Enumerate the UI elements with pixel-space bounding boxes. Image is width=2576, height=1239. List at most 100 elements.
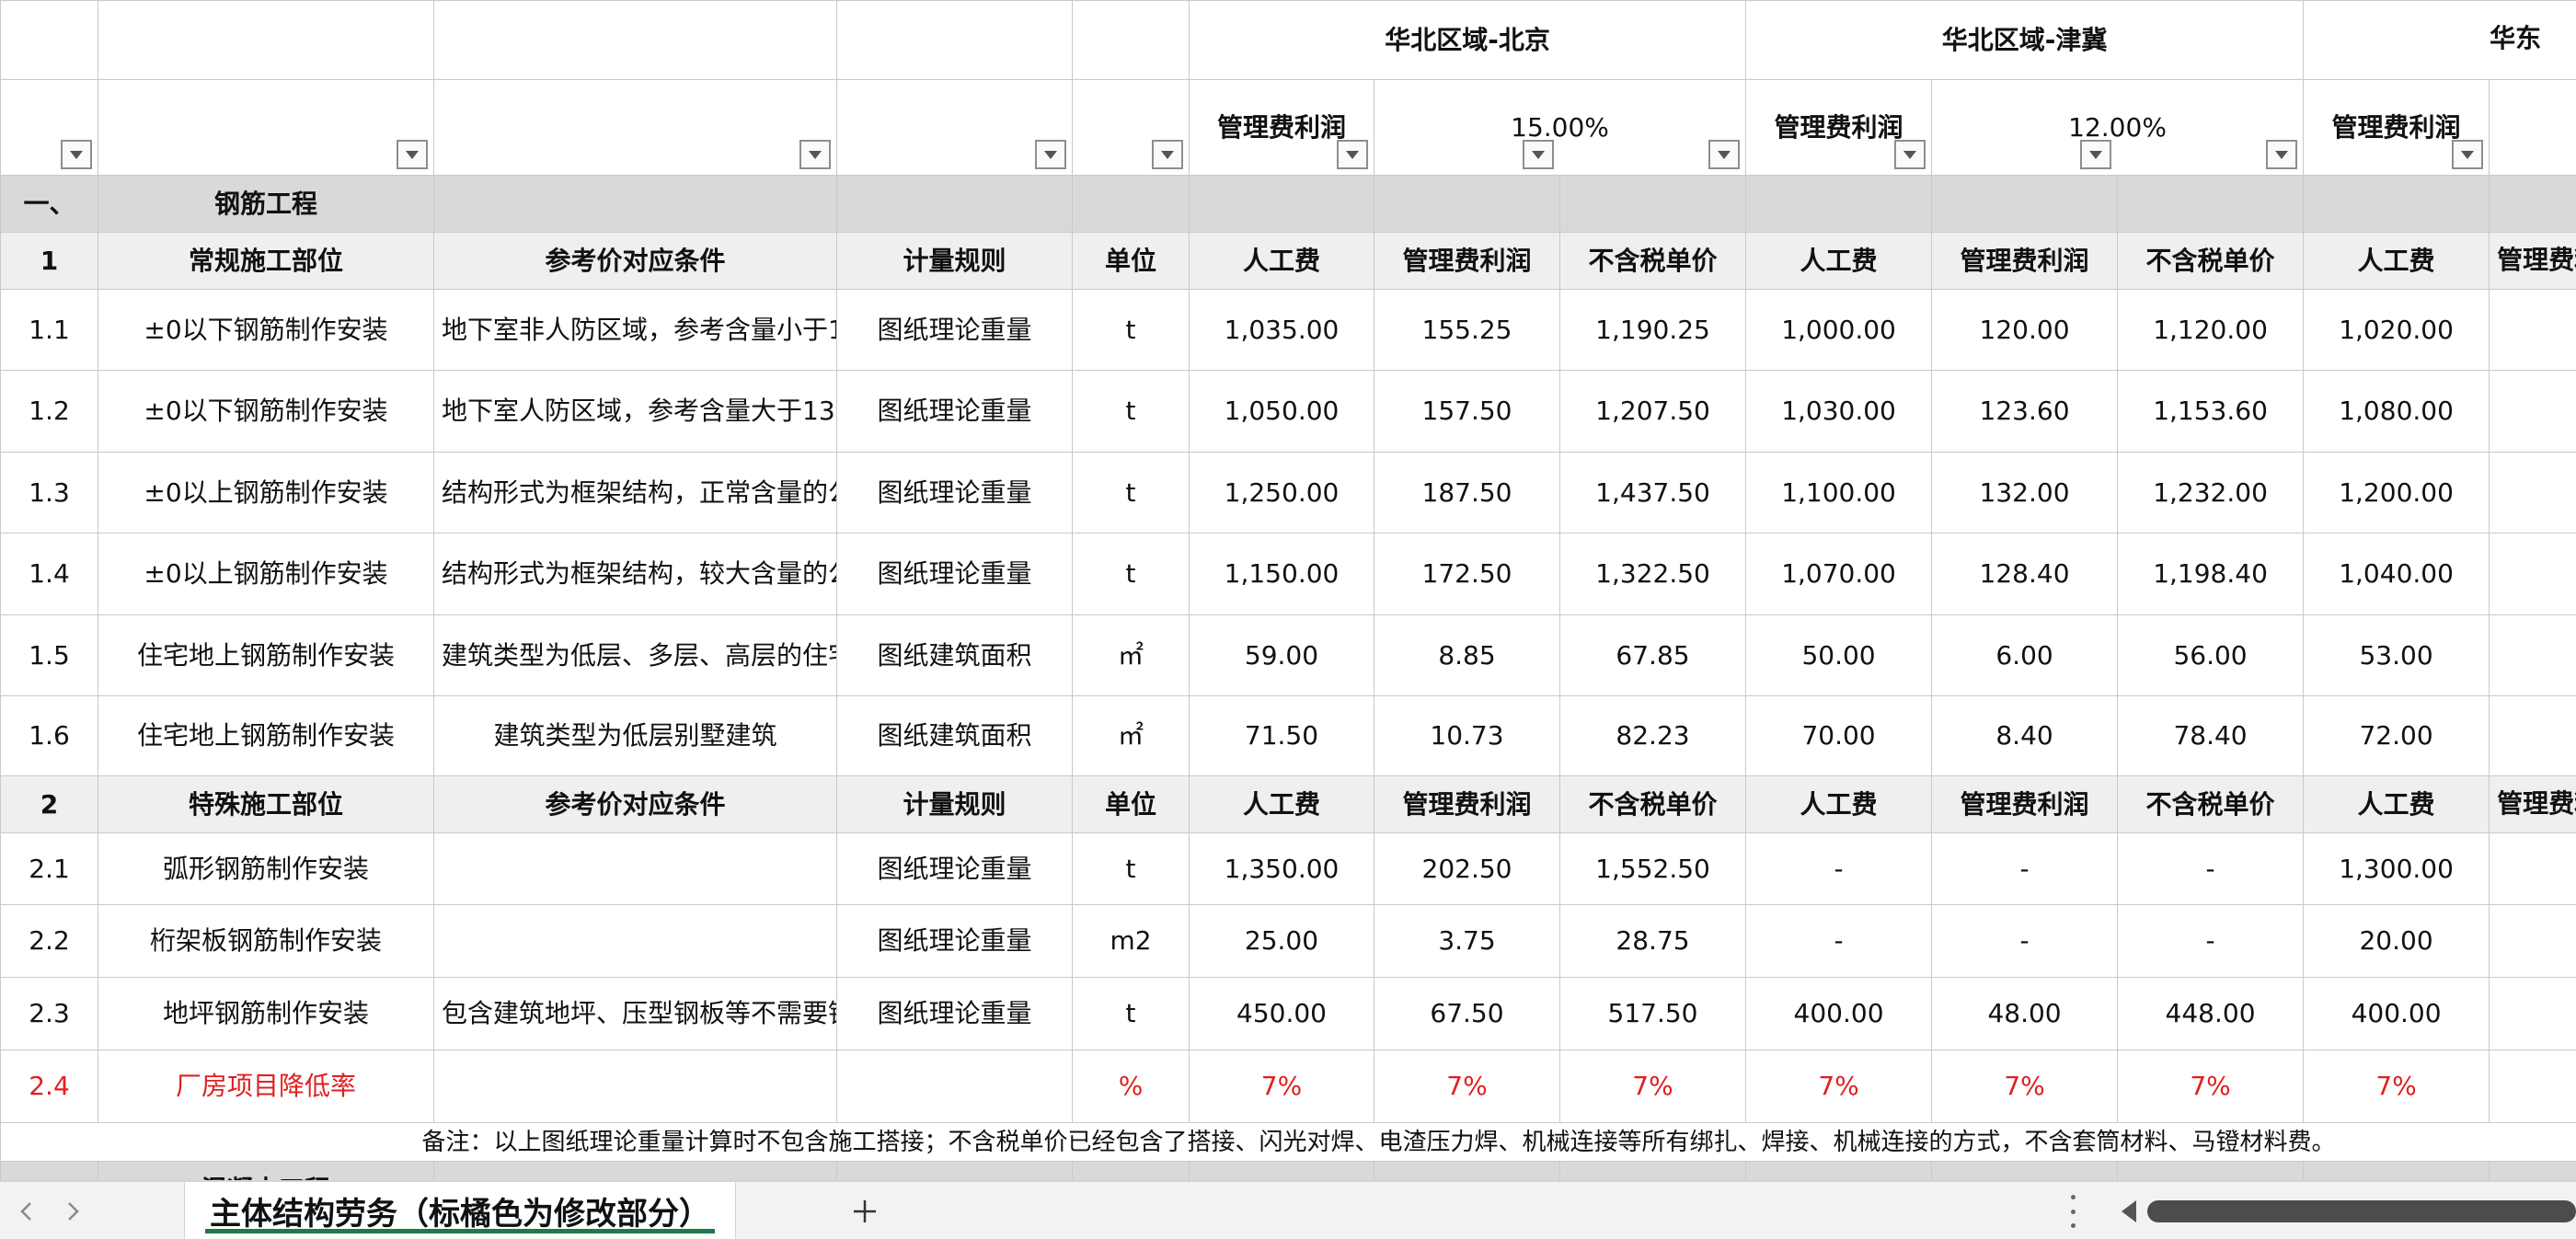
- filter-button[interactable]: [2266, 140, 2298, 169]
- rate-label-cell[interactable]: 管理费利润: [2303, 79, 2490, 176]
- value-cell[interactable]: [2489, 533, 2576, 615]
- item-unit[interactable]: %: [1072, 1050, 1190, 1123]
- item-name[interactable]: ±0以下钢筋制作安装: [98, 370, 434, 453]
- section-blank-cell[interactable]: [1931, 1161, 2119, 1180]
- value-cell[interactable]: 1,437.50: [1558, 452, 1747, 533]
- value-cell[interactable]: 400.00: [2303, 977, 2490, 1050]
- section-blank-cell[interactable]: [1558, 175, 1747, 233]
- value-cell[interactable]: 20.00: [2303, 904, 2490, 978]
- item-unit[interactable]: t: [1072, 832, 1190, 905]
- scroll-left-icon[interactable]: [2116, 1197, 2142, 1226]
- value-cell[interactable]: [2489, 289, 2576, 371]
- section-blank-cell[interactable]: [2117, 175, 2305, 233]
- value-cell[interactable]: 1,020.00: [2303, 289, 2490, 371]
- item-unit[interactable]: t: [1072, 533, 1190, 615]
- value-cell[interactable]: 7%: [2117, 1050, 2305, 1123]
- group-number[interactable]: 1: [0, 232, 98, 290]
- item-name[interactable]: 住宅地上钢筋制作安装: [98, 614, 434, 696]
- value-cell[interactable]: 56.00: [2117, 614, 2305, 696]
- column-header-labor[interactable]: 人工费: [1745, 232, 1933, 290]
- horizontal-scrollbar[interactable]: [2147, 1200, 2576, 1222]
- value-cell[interactable]: 6.00: [1931, 614, 2119, 696]
- item-rule[interactable]: 图纸理论重量: [836, 977, 1073, 1050]
- item-number[interactable]: 2.1: [0, 832, 98, 905]
- item-name[interactable]: 桁架板钢筋制作安装: [98, 904, 434, 978]
- value-cell[interactable]: -: [2117, 832, 2305, 905]
- item-name[interactable]: ±0以上钢筋制作安装: [98, 533, 434, 615]
- filter-button[interactable]: [1035, 140, 1066, 169]
- column-header-mgmt[interactable]: 管理费利润: [2489, 775, 2576, 833]
- column-header-labor[interactable]: 人工费: [1189, 775, 1374, 833]
- value-cell[interactable]: 1,198.40: [2117, 533, 2305, 615]
- item-number[interactable]: 2.4: [0, 1050, 98, 1123]
- item-condition[interactable]: 结构形式为框架结构，较大含量的公建或厂房建筑（80kg/m2): [433, 533, 837, 615]
- item-condition[interactable]: 结构形式为框架结构，正常含量的公建或厂房建筑（50kg/m2): [433, 452, 837, 533]
- item-rule[interactable]: 图纸理论重量: [836, 370, 1073, 453]
- filter-button[interactable]: [397, 140, 428, 169]
- section-blank-cell[interactable]: [1931, 175, 2119, 233]
- region-header[interactable]: 华东: [2303, 0, 2576, 80]
- item-unit[interactable]: t: [1072, 289, 1190, 371]
- filter-cell[interactable]: [433, 79, 837, 176]
- value-cell[interactable]: 67.50: [1374, 977, 1560, 1050]
- value-cell[interactable]: 400.00: [1745, 977, 1933, 1050]
- value-cell[interactable]: 1,030.00: [1745, 370, 1933, 453]
- filter-button[interactable]: [799, 140, 831, 169]
- item-number[interactable]: 1.6: [0, 695, 98, 776]
- value-cell[interactable]: -: [2117, 904, 2305, 978]
- column-header-cond[interactable]: 参考价对应条件: [433, 775, 837, 833]
- value-cell[interactable]: 1,080.00: [2303, 370, 2490, 453]
- filter-button[interactable]: [2452, 140, 2484, 169]
- value-cell[interactable]: [2489, 370, 2576, 453]
- value-cell[interactable]: 82.23: [1558, 695, 1747, 776]
- value-cell[interactable]: [2489, 977, 2576, 1050]
- value-cell[interactable]: 67.85: [1558, 614, 1747, 696]
- column-header-labor[interactable]: 人工费: [2303, 775, 2490, 833]
- value-cell[interactable]: 448.00: [2117, 977, 2305, 1050]
- value-cell[interactable]: 1,232.00: [2117, 452, 2305, 533]
- value-cell[interactable]: -: [1931, 832, 2119, 905]
- filter-cell[interactable]: [836, 79, 1073, 176]
- column-header-mgmt[interactable]: 管理费利润: [1374, 232, 1560, 290]
- section-blank-cell[interactable]: [2489, 175, 2576, 233]
- item-condition[interactable]: 包含建筑地坪、压型钢板等不需要钢筋加工的部位: [433, 977, 837, 1050]
- column-header-price[interactable]: 不含税单价: [2117, 775, 2305, 833]
- filter-cell[interactable]: [1072, 79, 1190, 176]
- value-cell[interactable]: 1,050.00: [1189, 370, 1374, 453]
- value-cell[interactable]: 7%: [1374, 1050, 1560, 1123]
- value-cell[interactable]: 70.00: [1745, 695, 1933, 776]
- value-cell[interactable]: 1,070.00: [1745, 533, 1933, 615]
- item-rule[interactable]: [836, 1050, 1073, 1123]
- section-blank-cell[interactable]: [433, 175, 837, 233]
- group-number[interactable]: 2: [0, 775, 98, 833]
- section-blank-cell[interactable]: [1374, 175, 1560, 233]
- value-cell[interactable]: 1,150.00: [1189, 533, 1374, 615]
- region-header[interactable]: 华北区域-北京: [1188, 0, 1747, 80]
- section-number[interactable]: 二: [0, 1161, 98, 1180]
- column-header-price[interactable]: 不含税单价: [1558, 775, 1747, 833]
- column-header-price[interactable]: 不含税单价: [1558, 232, 1747, 290]
- value-cell[interactable]: 1,552.50: [1558, 832, 1747, 905]
- item-rule[interactable]: 图纸建筑面积: [836, 695, 1073, 776]
- value-cell[interactable]: 7%: [1558, 1050, 1747, 1123]
- rate-label-cell[interactable]: 管理费利润: [1745, 79, 1933, 176]
- sheet-tab-active[interactable]: 主体结构劳务（标橘色为修改部分）: [184, 1182, 736, 1239]
- note-cell[interactable]: 备注：以上图纸理论重量计算时不包含施工搭接；不含税单价已经包含了搭接、闪光对焊、…: [0, 1122, 2576, 1162]
- value-cell[interactable]: 1,350.00: [1189, 832, 1374, 905]
- section-blank-cell[interactable]: [836, 175, 1073, 233]
- value-cell[interactable]: 1,207.50: [1558, 370, 1747, 453]
- value-cell[interactable]: [2489, 614, 2576, 696]
- value-cell[interactable]: 1,250.00: [1189, 452, 1374, 533]
- section-blank-cell[interactable]: [1072, 1161, 1190, 1180]
- column-header-labor[interactable]: 人工费: [1189, 232, 1374, 290]
- value-cell[interactable]: 1,035.00: [1189, 289, 1374, 371]
- rate-value-cell[interactable]: [2489, 79, 2576, 176]
- item-unit[interactable]: ㎡: [1072, 695, 1190, 776]
- section-title[interactable]: 钢筋工程: [98, 175, 434, 233]
- value-cell[interactable]: 187.50: [1374, 452, 1560, 533]
- value-cell[interactable]: 1,200.00: [2303, 452, 2490, 533]
- item-rule[interactable]: 图纸理论重量: [836, 904, 1073, 978]
- value-cell[interactable]: 132.00: [1931, 452, 2119, 533]
- item-number[interactable]: 1.2: [0, 370, 98, 453]
- value-cell[interactable]: -: [1745, 832, 1933, 905]
